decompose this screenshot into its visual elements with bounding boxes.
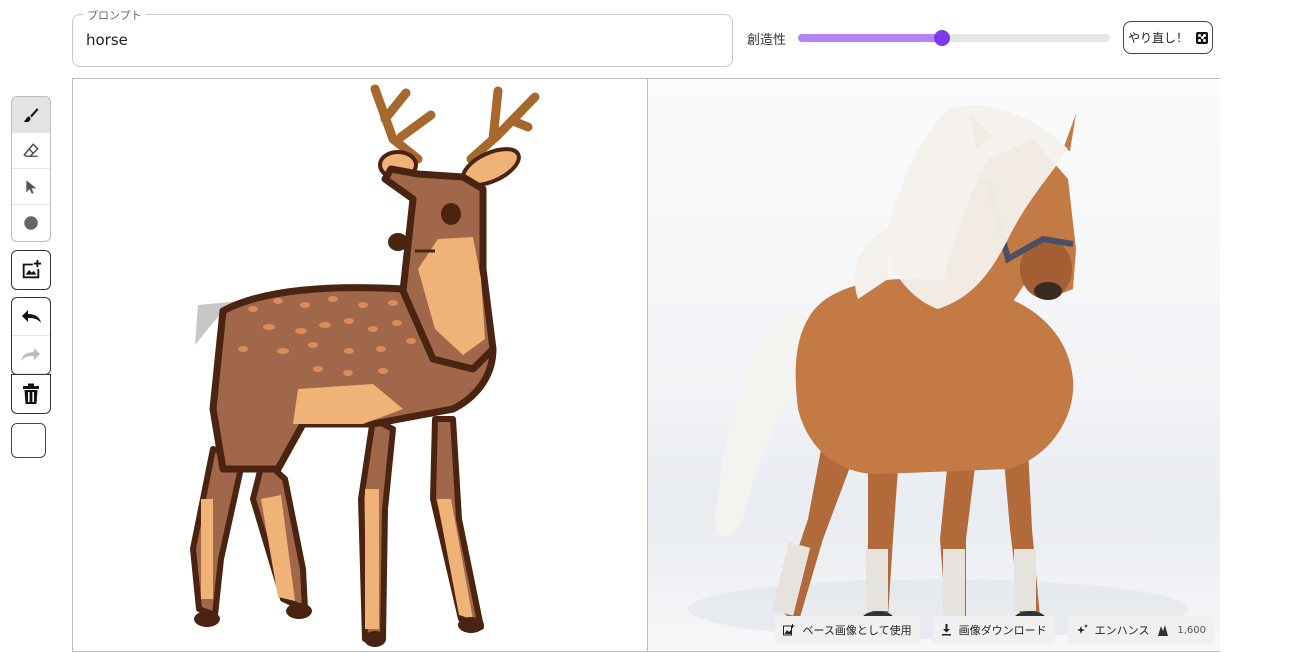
enhance-label: エンハンス	[1094, 624, 1150, 637]
prompt-field[interactable]: プロンプト	[72, 7, 733, 67]
trash-icon	[23, 383, 39, 404]
image-action-bar: ベース画像として使用 画像ダウンロード エンハンス 1,600	[775, 616, 1214, 644]
credit-icon	[1158, 624, 1169, 636]
download-button[interactable]: 画像ダウンロード	[932, 616, 1055, 644]
creativity-label: 創造性	[747, 33, 787, 48]
redo-generate-label: やり直し！	[1127, 31, 1188, 45]
dice-icon	[1196, 31, 1208, 44]
drawing-toolbar	[11, 96, 51, 458]
enhance-button[interactable]: エンハンス 1,600	[1067, 616, 1214, 644]
horse-image	[688, 105, 1188, 639]
brush-icon	[23, 107, 39, 122]
sketch-canvas[interactable]	[73, 79, 646, 651]
deer-sketch	[190, 84, 540, 647]
use-as-base-label: ベース画像として使用	[802, 624, 912, 637]
creativity-slider[interactable]	[798, 30, 1110, 46]
download-label: 画像ダウンロード	[958, 624, 1047, 637]
slider-thumb[interactable]	[933, 30, 950, 46]
shape-tool[interactable]	[12, 205, 50, 241]
tool-group	[11, 96, 51, 242]
use-as-base-button[interactable]: ベース画像として使用	[775, 616, 920, 644]
redo-generate-button[interactable]: やり直し！	[1123, 21, 1213, 54]
add-image-button[interactable]	[11, 250, 51, 290]
sparkle-icon	[1076, 624, 1088, 634]
generated-image-pane: ベース画像として使用 画像ダウンロード エンハンス 1,600	[647, 79, 1220, 651]
image-add-icon	[783, 624, 795, 636]
history-group	[11, 297, 51, 375]
circle-icon	[24, 216, 38, 230]
redo-icon	[21, 347, 40, 361]
top-bar: プロンプト 創造性 やり直し！	[0, 0, 1292, 78]
download-icon	[941, 624, 951, 636]
select-tool[interactable]	[12, 169, 50, 205]
slider-fill	[798, 34, 942, 42]
prompt-input[interactable]	[86, 31, 706, 49]
credit-count: 1,600	[1177, 624, 1206, 636]
add-image-icon	[22, 259, 42, 279]
eraser-tool[interactable]	[12, 133, 50, 169]
undo-icon	[22, 309, 41, 323]
undo-button[interactable]	[12, 298, 50, 336]
pointer-icon	[26, 179, 37, 194]
brush-tool[interactable]	[12, 97, 50, 133]
clear-canvas-button[interactable]	[11, 374, 51, 414]
prompt-legend: プロンプト	[83, 7, 146, 23]
color-picker[interactable]	[11, 423, 46, 458]
redo-button[interactable]	[12, 336, 50, 374]
eraser-icon	[23, 142, 39, 157]
canvas-area: ベース画像として使用 画像ダウンロード エンハンス 1,600	[72, 78, 1220, 652]
